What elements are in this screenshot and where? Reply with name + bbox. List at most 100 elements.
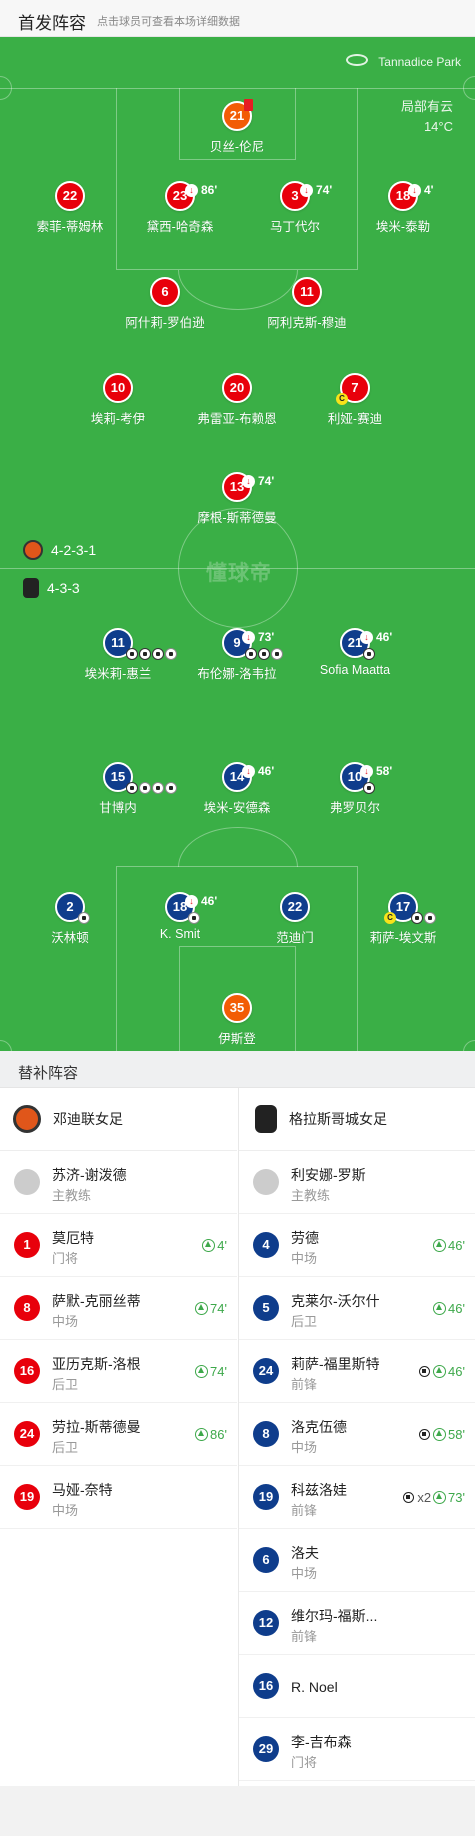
sub-player-row[interactable]: 1 莫厄特 门将 4': [0, 1214, 237, 1277]
sub-on-event: 4': [202, 1238, 227, 1253]
sub-off-icon: ↓: [185, 894, 198, 908]
sub-minute: 86': [210, 1427, 227, 1442]
player-name: 马娅-奈特: [52, 1482, 113, 1498]
player-position: 后卫: [291, 1314, 318, 1329]
goal-icon: [363, 782, 375, 794]
away-player[interactable]: 17 C 莉萨-埃文斯: [338, 892, 468, 946]
sub-minute: 58': [376, 764, 393, 778]
player-name: 埃米-安德森: [203, 801, 271, 815]
player-name: K. Smit: [159, 927, 201, 941]
sub-player-row[interactable]: 24 莉萨-福里斯特 前锋 46': [239, 1340, 475, 1403]
home-player[interactable]: 7 C 利娅-赛迪: [290, 373, 420, 427]
lineup-hint: 点击球员可查看本场详细数据: [97, 16, 240, 28]
away-formation: 4-3-3: [23, 578, 80, 598]
sub-on-icon: [433, 1491, 447, 1504]
home-team-row[interactable]: 邓迪联女足: [0, 1088, 237, 1151]
sub-player-row[interactable]: 16 亚历克斯-洛根 后卫 74': [0, 1340, 237, 1403]
goal-icon: [363, 648, 375, 660]
goal-icon: [126, 782, 138, 794]
player-name: 埃米莉-惠兰: [84, 667, 152, 681]
corner-arc: [463, 76, 475, 100]
corner-arc: [0, 1040, 12, 1051]
player-number: 29: [253, 1736, 279, 1762]
sub-player-row[interactable]: 8 萨默-克丽丝蒂 中场 74': [0, 1277, 237, 1340]
player-number: 18 ↓ 46': [165, 892, 217, 924]
home-formation-label: 4-2-3-1: [51, 542, 97, 558]
away-player[interactable]: 14 ↓ 46' 埃米-安德森: [172, 762, 302, 816]
pitch: Tannadice Park 局部有云 14°C 懂球帝 4-2-3-1 4-3…: [0, 37, 475, 1051]
home-coach-row[interactable]: 苏济-谢泼德 主教练: [0, 1151, 237, 1214]
goal-icon: [152, 648, 164, 660]
sub-player-row[interactable]: 5 克莱尔-沃尔什 后卫 46': [239, 1277, 475, 1340]
lineup-header: 首发阵容 点击球员可查看本场详细数据: [0, 0, 475, 37]
player-name: 科兹洛娃: [291, 1482, 347, 1498]
substitutes-title: 替补阵容: [0, 1051, 475, 1088]
away-player[interactable]: 15 甘博内: [53, 762, 183, 816]
player-name: 利娅-赛迪: [327, 412, 383, 426]
sub-player-row[interactable]: 16 R. Noel: [239, 1655, 475, 1718]
substitution-badge: ↓ 4': [408, 177, 434, 203]
sub-minute: 4': [217, 1238, 227, 1253]
sub-player-row[interactable]: 8 洛克伍德 中场 58': [239, 1403, 475, 1466]
away-player[interactable]: 21 ↓ 46' Sofia Maatta: [290, 628, 420, 677]
sub-player-row[interactable]: 19 科兹洛娃 前锋 x2 73': [239, 1466, 475, 1529]
goal-icon: [245, 648, 257, 660]
sub-off-icon: ↓: [300, 183, 313, 197]
home-player[interactable]: 18 ↓ 4' 埃米-泰勒: [338, 181, 468, 235]
sub-on-event: 46': [419, 1364, 465, 1379]
away-player[interactable]: 18 ↓ 46' K. Smit: [115, 892, 245, 941]
sub-on-event: 86': [195, 1427, 227, 1442]
player-number: 4: [253, 1232, 279, 1258]
sub-minute: 73': [448, 1490, 465, 1505]
away-player[interactable]: 9 ↓ 73' 布伦娜-洛韦拉: [172, 628, 302, 682]
goal-icon: [139, 648, 151, 660]
away-player[interactable]: 10 ↓ 58' 弗罗贝尔: [290, 762, 420, 816]
player-number: 8: [253, 1421, 279, 1447]
home-player[interactable]: 21 贝丝-伦尼: [172, 99, 302, 155]
home-player[interactable]: 13 ↓ 74' 摩根-斯蒂德曼: [172, 472, 302, 526]
goal-icon: [126, 648, 138, 660]
player-position: 中场: [52, 1503, 79, 1518]
player-position: 前锋: [291, 1377, 318, 1392]
substitution-badge: ↓ 74': [300, 177, 332, 203]
sub-off-icon: ↓: [242, 474, 255, 488]
player-number: 22: [280, 892, 310, 922]
sub-off-icon: ↓: [185, 183, 198, 197]
sub-player-row[interactable]: 4 劳德 中场 46': [239, 1214, 475, 1277]
sub-player-row[interactable]: 6 洛夫 中场: [239, 1529, 475, 1592]
goal-icon: [403, 1492, 415, 1503]
player-number: 8: [14, 1295, 40, 1321]
sub-on-icon: [433, 1428, 447, 1441]
player-position: 门将: [52, 1251, 79, 1266]
player-position: 中场: [291, 1440, 318, 1455]
player-number: 24: [14, 1421, 40, 1447]
weather-condition: 局部有云: [400, 99, 453, 114]
assist-icon: [152, 782, 164, 794]
player-number: 5: [253, 1295, 279, 1321]
substitution-badge: ↓ 58': [360, 758, 392, 784]
home-player[interactable]: 11 阿利克斯-穆迪: [242, 277, 372, 331]
sub-player-row[interactable]: 29 李-吉布森 门将: [239, 1718, 475, 1781]
home-player[interactable]: 6 阿什莉-罗伯逊: [100, 277, 230, 331]
sub-on-event: x2 73': [403, 1490, 465, 1505]
away-player[interactable]: 11 埃米莉-惠兰: [53, 628, 183, 682]
home-player[interactable]: 10 埃莉-考伊: [53, 373, 183, 427]
away-team-row[interactable]: 格拉斯哥城女足: [239, 1088, 475, 1151]
sub-player-row[interactable]: 24 劳拉-斯蒂德曼 后卫 86': [0, 1403, 237, 1466]
sub-player-row[interactable]: 12 维尔玛-福斯... 前锋: [239, 1592, 475, 1655]
away-coach-row[interactable]: 利安娜-罗斯 主教练: [239, 1151, 475, 1214]
player-name: 阿什莉-罗伯逊: [125, 316, 205, 330]
sub-player-row[interactable]: 19 马娅-奈特 中场: [0, 1466, 237, 1529]
home-player[interactable]: 23 ↓ 86' 黛西-哈奇森: [115, 181, 245, 235]
player-position: 中场: [291, 1566, 318, 1581]
coach-avatar-icon: [14, 1169, 40, 1195]
away-player[interactable]: 35 伊斯登: [172, 993, 302, 1047]
sub-off-icon: ↓: [360, 764, 373, 778]
sub-on-event: 46': [433, 1301, 465, 1316]
sub-off-icon: ↓: [242, 630, 255, 644]
sub-on-event: 74': [195, 1301, 227, 1316]
home-player[interactable]: 20 弗雷亚-布赖恩: [172, 373, 302, 427]
coach-avatar-icon: [253, 1169, 279, 1195]
player-number: 11: [292, 277, 322, 307]
sub-minute: 74': [210, 1301, 227, 1316]
